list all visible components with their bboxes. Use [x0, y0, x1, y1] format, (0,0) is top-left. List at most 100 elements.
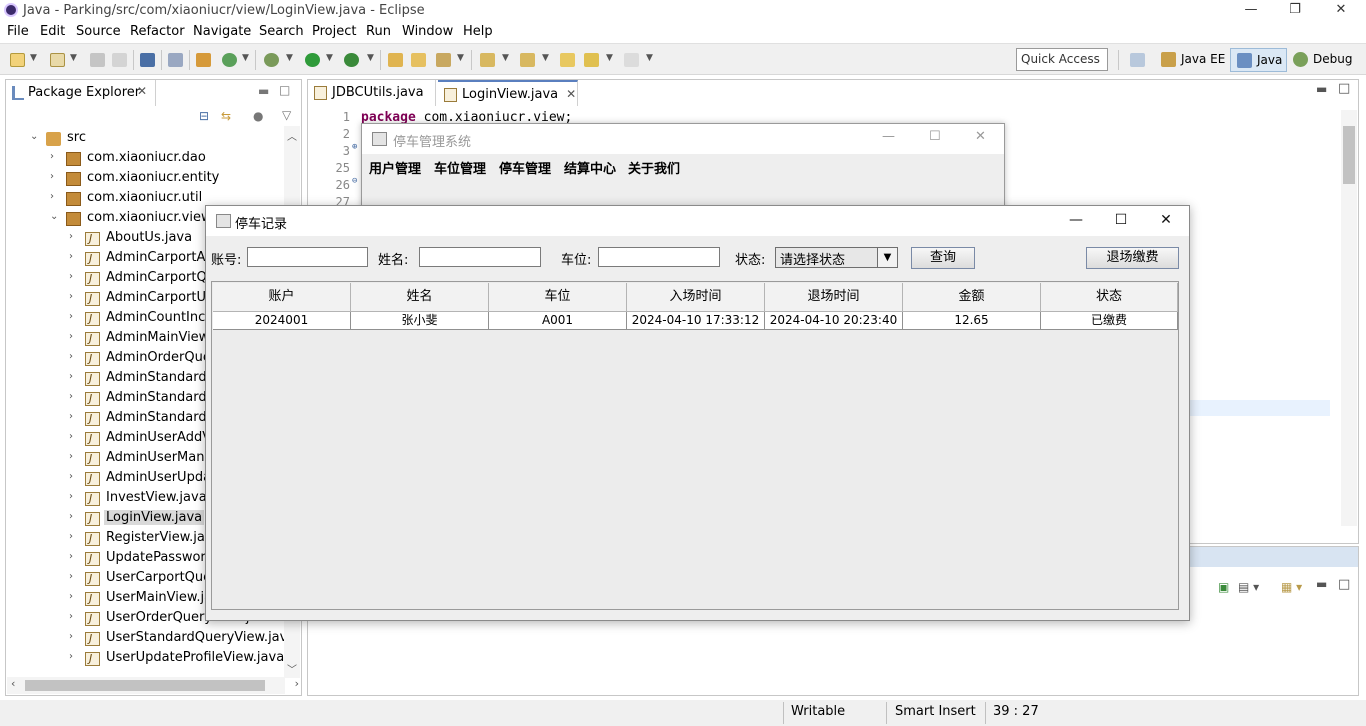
- skip-breakpoints-icon[interactable]: [168, 53, 183, 67]
- editor-tab-loginview[interactable]: LoginView.java ✕: [438, 80, 578, 106]
- menu-search[interactable]: Search: [259, 24, 304, 39]
- display-console-icon[interactable]: ▤ ▾: [1238, 580, 1259, 594]
- name-input[interactable]: [419, 247, 541, 267]
- run-external-icon[interactable]: [344, 53, 359, 67]
- close-button[interactable]: ✕: [1143, 206, 1189, 236]
- new-icon[interactable]: [10, 53, 25, 67]
- maximize-panel-icon[interactable]: □: [1338, 577, 1350, 592]
- refresh-dropdown-icon[interactable]: ▼: [242, 53, 249, 63]
- chevron-right-icon[interactable]: ›: [69, 491, 81, 502]
- perspective-java[interactable]: Java: [1230, 48, 1288, 72]
- menu-about-us[interactable]: 关于我们: [628, 158, 680, 177]
- chevron-right-icon[interactable]: ›: [69, 351, 81, 362]
- package-explorer-tab[interactable]: Package Explorer ✕: [6, 80, 156, 106]
- fold-expand-icon[interactable]: ⊕: [352, 142, 357, 152]
- edit-icon[interactable]: [436, 53, 451, 67]
- perspective-debug[interactable]: Debug: [1287, 48, 1356, 72]
- run-dropdown-icon[interactable]: ▼: [326, 53, 333, 63]
- minimize-button[interactable]: —: [1053, 206, 1099, 236]
- table-row[interactable]: 2024001 张小斐 A001 2024-04-10 17:33:12 202…: [213, 312, 1178, 330]
- menu-help[interactable]: Help: [463, 24, 493, 39]
- minimize-button[interactable]: —: [882, 129, 895, 144]
- perspective-java-ee[interactable]: Java EE: [1155, 48, 1229, 72]
- column-header-status[interactable]: 状态: [1041, 283, 1178, 312]
- restore-button[interactable]: ❐: [1272, 0, 1318, 22]
- chevron-right-icon[interactable]: ›: [69, 471, 81, 482]
- scroll-down-icon[interactable]: ﹀: [287, 661, 297, 676]
- chevron-right-icon[interactable]: ›: [69, 231, 81, 242]
- chevron-right-icon[interactable]: ›: [69, 431, 81, 442]
- open-perspective-icon[interactable]: [1130, 53, 1145, 67]
- scroll-thumb[interactable]: [1343, 126, 1355, 184]
- maximize-editor-icon[interactable]: □: [1338, 81, 1350, 96]
- chevron-right-icon[interactable]: ›: [50, 151, 62, 162]
- close-button[interactable]: ✕: [975, 129, 986, 144]
- menu-file[interactable]: File: [7, 24, 29, 39]
- checkout-pay-button[interactable]: 退场缴费: [1086, 247, 1179, 269]
- debug-dropdown-icon[interactable]: ▼: [286, 53, 293, 63]
- minimize-view-icon[interactable]: ▬: [258, 84, 269, 98]
- open-project-icon[interactable]: [411, 53, 426, 67]
- close-tab-icon[interactable]: ✕: [566, 87, 576, 101]
- maximize-button[interactable]: ☐: [929, 129, 941, 144]
- maximize-button[interactable]: ☐: [1098, 206, 1144, 236]
- new-package-icon[interactable]: [50, 53, 65, 67]
- chevron-right-icon[interactable]: ›: [69, 551, 81, 562]
- back-icon[interactable]: [584, 53, 599, 67]
- run-external-dropdown-icon[interactable]: ▼: [367, 53, 374, 63]
- fold-collapse-icon[interactable]: ⊖: [352, 176, 357, 186]
- menu-project[interactable]: Project: [312, 24, 356, 39]
- forward-icon[interactable]: [624, 53, 639, 67]
- back-dropdown-icon[interactable]: ▼: [606, 53, 613, 63]
- chevron-right-icon[interactable]: ›: [69, 631, 81, 642]
- chevron-right-icon[interactable]: ›: [69, 651, 81, 662]
- menu-settlement-center[interactable]: 结算中心: [564, 158, 616, 177]
- chevron-right-icon[interactable]: ›: [69, 571, 81, 582]
- chevron-right-icon[interactable]: ›: [69, 511, 81, 522]
- debug-icon[interactable]: [264, 53, 279, 67]
- menu-parking-management[interactable]: 停车管理: [499, 158, 551, 177]
- console-icon[interactable]: [140, 53, 155, 67]
- prev-annotation-dropdown-icon[interactable]: ▼: [542, 53, 549, 63]
- view-menu-icon[interactable]: ▽: [282, 108, 291, 122]
- next-annotation-icon[interactable]: [480, 53, 495, 67]
- column-header-account[interactable]: 账户: [213, 283, 351, 312]
- menu-edit[interactable]: Edit: [40, 24, 65, 39]
- chevron-right-icon[interactable]: ›: [69, 451, 81, 462]
- minimize-button[interactable]: —: [1228, 0, 1274, 22]
- chevron-right-icon[interactable]: ›: [50, 191, 62, 202]
- open-console-icon[interactable]: ▦ ▾: [1281, 580, 1302, 594]
- menu-navigate[interactable]: Navigate: [193, 24, 251, 39]
- query-button[interactable]: 查询: [911, 247, 975, 269]
- link-with-editor-icon[interactable]: ⇆: [221, 109, 231, 123]
- quick-access-field[interactable]: Quick Access: [1016, 48, 1108, 71]
- menu-user-management[interactable]: 用户管理: [369, 158, 421, 177]
- edit-dropdown-icon[interactable]: ▼: [457, 53, 464, 63]
- last-edit-icon[interactable]: [560, 53, 575, 67]
- chevron-right-icon[interactable]: ›: [69, 531, 81, 542]
- chevron-right-icon[interactable]: ›: [69, 271, 81, 282]
- pin-console-icon[interactable]: ▣: [1218, 580, 1229, 594]
- chevron-down-icon[interactable]: ⌄: [30, 131, 42, 142]
- open-type-icon[interactable]: [196, 53, 211, 67]
- save-icon[interactable]: [90, 53, 105, 67]
- chevron-right-icon[interactable]: ›: [69, 611, 81, 622]
- scroll-up-icon[interactable]: ︿: [287, 128, 297, 143]
- close-tab-icon[interactable]: ✕: [137, 84, 147, 98]
- menu-source[interactable]: Source: [76, 24, 121, 39]
- chevron-right-icon[interactable]: ›: [69, 371, 81, 382]
- scroll-right-icon[interactable]: ›: [295, 677, 299, 690]
- prev-annotation-icon[interactable]: [520, 53, 535, 67]
- editor-vertical-scrollbar[interactable]: [1341, 110, 1357, 526]
- open-folder-icon[interactable]: [388, 53, 403, 67]
- chevron-down-icon[interactable]: ⌄: [50, 211, 62, 222]
- chevron-right-icon[interactable]: ›: [69, 411, 81, 422]
- save-all-icon[interactable]: [112, 53, 127, 67]
- new-dropdown-icon[interactable]: ▼: [30, 53, 37, 63]
- column-header-spot[interactable]: 车位: [489, 283, 627, 312]
- maximize-view-icon[interactable]: □: [279, 83, 290, 97]
- chevron-right-icon[interactable]: ›: [69, 291, 81, 302]
- run-icon[interactable]: [305, 53, 320, 67]
- editor-tab-jdbcutils[interactable]: JDBCUtils.java: [308, 80, 436, 106]
- spot-input[interactable]: [598, 247, 720, 267]
